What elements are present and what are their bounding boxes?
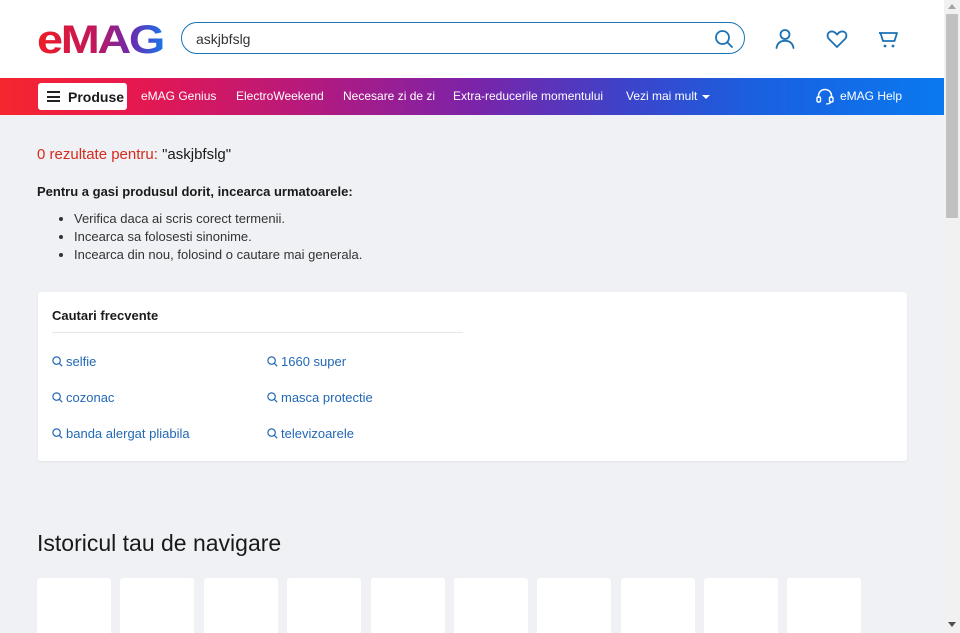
frequent-search-label: televizoarele	[281, 426, 354, 441]
search-icon	[267, 356, 278, 367]
results-query: "askjbfslg"	[162, 146, 232, 163]
history-title: Istoricul tau de navigare	[37, 530, 282, 556]
results-heading: 0 rezultate pentru: "askjbfslg"	[37, 146, 231, 163]
search-icon	[267, 428, 278, 439]
help-link[interactable]: eMAG Help	[816, 78, 902, 115]
nav-link-emag-genius[interactable]: eMAG Genius	[141, 78, 216, 115]
tip-item: Incearca sa folosesti sinonime.	[74, 228, 362, 246]
nav-more-label: Vezi mai mult	[626, 89, 698, 103]
search-icon	[52, 392, 63, 403]
tip-item: Verifica daca ai scris corect termenii.	[74, 210, 362, 228]
category-nav: Produse eMAG Genius ElectroWeekend Neces…	[0, 78, 944, 115]
history-product-card[interactable]	[787, 578, 861, 633]
frequent-search-link[interactable]: 1660 super	[267, 354, 346, 369]
frequent-search-label: cozonac	[66, 390, 115, 405]
frequent-search-label: banda alergat pliabila	[66, 426, 190, 441]
history-product-card[interactable]	[454, 578, 528, 633]
frequent-search-link[interactable]: selfie	[52, 354, 96, 369]
produse-button[interactable]: Produse	[38, 83, 127, 110]
scrollbar-thumb[interactable]	[946, 14, 958, 218]
history-product-card[interactable]	[704, 578, 778, 633]
frequent-searches-title: Cautari frecvente	[52, 308, 159, 323]
history-product-card[interactable]	[204, 578, 278, 633]
search-icon	[52, 356, 63, 367]
history-product-card[interactable]	[120, 578, 194, 633]
history-product-card[interactable]	[371, 578, 445, 633]
tip-item: Incearca din nou, folosind o cautare mai…	[74, 246, 362, 264]
headset-icon	[816, 88, 834, 105]
search-input[interactable]	[194, 23, 698, 55]
history-product-card[interactable]	[537, 578, 611, 633]
tips-list: Verifica daca ai scris corect termenii. …	[56, 210, 362, 264]
divider	[52, 332, 463, 333]
frequent-search-link[interactable]: cozonac	[52, 390, 114, 405]
frequent-search-label: masca protectie	[281, 390, 373, 405]
frequent-search-link[interactable]: televizoarele	[267, 426, 354, 441]
tips-title: Pentru a gasi produsul dorit, incearca u…	[37, 184, 353, 199]
user-icon[interactable]	[773, 27, 797, 51]
frequent-search-label: selfie	[66, 354, 97, 369]
search-icon[interactable]	[714, 29, 734, 49]
menu-icon	[47, 91, 60, 102]
nav-link-electroweekend[interactable]: ElectroWeekend	[236, 78, 324, 115]
frequent-search-label: 1660 super	[281, 354, 347, 369]
page: eMAG Produse	[0, 0, 944, 633]
heart-icon[interactable]	[825, 27, 849, 51]
frequent-search-link[interactable]: banda alergat pliabila	[52, 426, 190, 441]
search-box	[181, 22, 745, 55]
produse-label: Produse	[68, 88, 125, 105]
cart-icon[interactable]	[877, 27, 901, 51]
emag-logo[interactable]: eMAG	[37, 20, 163, 58]
frequent-search-link[interactable]: masca protectie	[267, 390, 373, 405]
nav-link-necesare[interactable]: Necesare zi de zi	[343, 78, 435, 115]
history-product-card[interactable]	[287, 578, 361, 633]
scroll-up-arrow-icon[interactable]	[948, 4, 956, 9]
search-icon	[52, 428, 63, 439]
nav-more-dropdown[interactable]: Vezi mai mult	[626, 78, 711, 115]
nav-link-extra-reduceri[interactable]: Extra-reducerile momentului	[453, 78, 603, 115]
history-product-card[interactable]	[621, 578, 695, 633]
search-icon	[267, 392, 278, 403]
results-count: 0 rezultate pentru:	[37, 146, 158, 163]
frequent-searches-card: Cautari frecvente selfie 1660 super cozo…	[38, 292, 907, 461]
chevron-down-icon	[702, 94, 711, 99]
scroll-down-arrow-icon[interactable]	[948, 622, 956, 627]
vertical-scrollbar[interactable]	[944, 0, 960, 633]
history-product-card[interactable]	[37, 578, 111, 633]
header: eMAG	[0, 0, 944, 78]
logo-text: eMAG	[37, 20, 163, 58]
